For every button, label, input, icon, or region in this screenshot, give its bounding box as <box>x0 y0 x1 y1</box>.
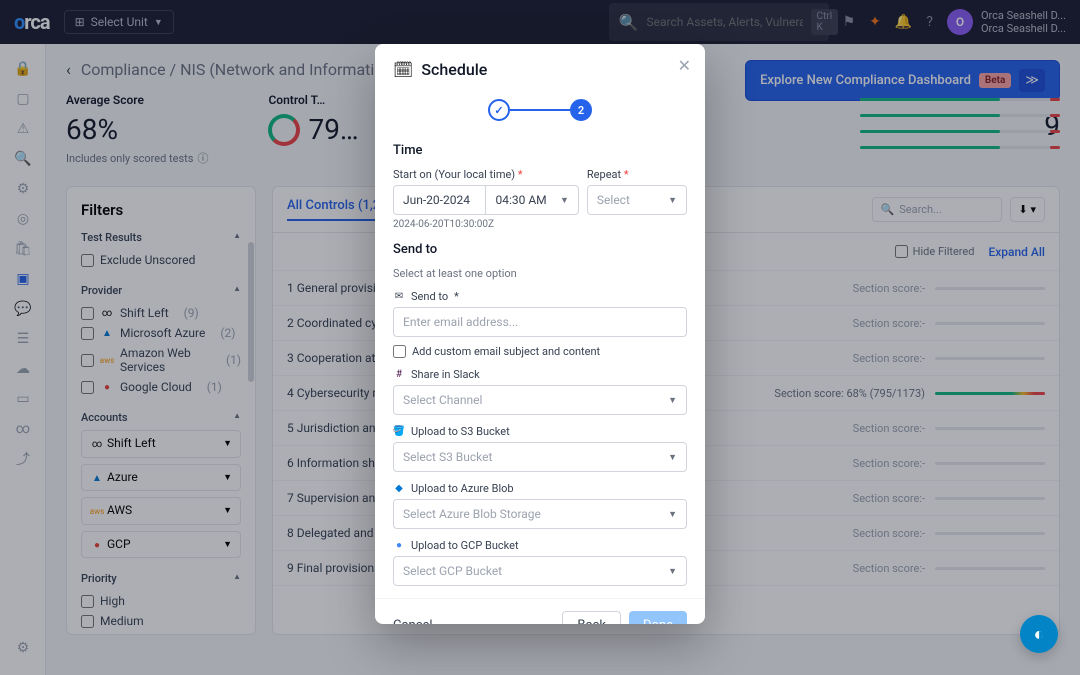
repeat-select[interactable]: Select▼ <box>587 185 687 215</box>
gcp-label: Upload to GCP Bucket <box>411 539 519 552</box>
back-button[interactable]: Back <box>562 611 621 624</box>
chevron-down-icon: ▼ <box>668 395 677 406</box>
azure-select[interactable]: Select Azure Blob Storage▼ <box>393 499 687 529</box>
help-fab[interactable]: ◐ <box>1020 615 1058 653</box>
modal-header: 🗓 Schedule <box>375 44 705 89</box>
gcp-select[interactable]: Select GCP Bucket▼ <box>393 556 687 586</box>
modal-body: Time Start on (Your local time) * Jun-20… <box>375 143 705 598</box>
step-line <box>510 109 570 111</box>
s3-select[interactable]: Select S3 Bucket▼ <box>393 442 687 472</box>
modal-overlay: ✕ 🗓 Schedule ✓ 2 Time Start on (Your loc… <box>0 0 1080 675</box>
done-button[interactable]: Done <box>629 611 687 624</box>
close-button[interactable]: ✕ <box>678 56 691 75</box>
chevron-down-icon: ▼ <box>560 195 569 206</box>
chevron-down-icon: ▼ <box>668 452 677 463</box>
start-label: Start on (Your local time) <box>393 168 515 181</box>
modal-footer: Cancel Back Done <box>375 598 705 624</box>
email-label: Send to <box>411 290 448 303</box>
email-input[interactable]: Enter email address... <box>393 307 687 337</box>
step-2: 2 <box>570 99 592 121</box>
custom-subject-cb[interactable] <box>393 345 406 358</box>
cancel-button[interactable]: Cancel <box>393 618 433 624</box>
send-section-title: Send to <box>393 242 687 257</box>
repeat-label: Repeat <box>587 168 621 181</box>
azure-blob-icon: ◆ <box>393 483 405 495</box>
start-date-input[interactable]: Jun-20-2024 <box>393 185 486 215</box>
schedule-modal: ✕ 🗓 Schedule ✓ 2 Time Start on (Your loc… <box>375 44 705 624</box>
timestamp-text: 2024-06-20T10:30:00Z <box>393 219 687 230</box>
s3-label: Upload to S3 Bucket <box>411 425 510 438</box>
email-icon: ✉ <box>393 291 405 303</box>
slack-icon: # <box>393 369 405 381</box>
calendar-icon: 🗓 <box>393 60 413 79</box>
stepper: ✓ 2 <box>375 89 705 137</box>
s3-icon: 🪣 <box>393 426 405 438</box>
chevron-down-icon: ▼ <box>668 195 677 206</box>
send-helper: Select at least one option <box>393 267 687 280</box>
time-section-title: Time <box>393 143 687 158</box>
azure-label: Upload to Azure Blob <box>411 482 514 495</box>
chevron-down-icon: ▼ <box>668 509 677 520</box>
slack-label: Share in Slack <box>411 368 480 381</box>
step-1: ✓ <box>488 99 510 121</box>
modal-title: Schedule <box>421 60 487 79</box>
start-time-select[interactable]: 04:30 AM▼ <box>486 185 578 215</box>
gcp-bucket-icon: ● <box>393 540 405 552</box>
slack-select[interactable]: Select Channel▼ <box>393 385 687 415</box>
chevron-down-icon: ▼ <box>668 566 677 577</box>
custom-subject-checkbox[interactable]: Add custom email subject and content <box>393 345 687 358</box>
